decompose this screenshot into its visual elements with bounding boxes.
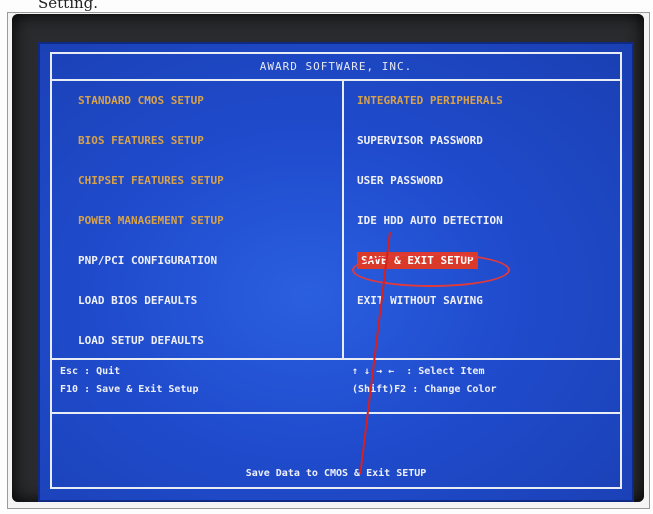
f10-action-label: Save & Exit Setup: [96, 384, 199, 395]
menu-item-load-setup-defaults[interactable]: LOAD SETUP DEFAULTS: [78, 321, 224, 361]
esc-action-label: Quit: [96, 366, 121, 377]
arrows-action-label: Select Item: [418, 366, 485, 377]
bios-screen: AWARD SOFTWARE, INC. STANDARD CMOS SETUP…: [38, 42, 634, 502]
menu-column-divider: [342, 81, 344, 358]
help-f10: F10 : Save & Exit Setup: [60, 384, 199, 395]
shift-f2-key-label: (Shift)F2: [352, 384, 407, 395]
annotation-circle: [352, 253, 510, 287]
left-menu: STANDARD CMOS SETUP BIOS FEATURES SETUP …: [78, 81, 224, 361]
menu-item-integrated-peripherals[interactable]: INTEGRATED PERIPHERALS: [357, 81, 503, 121]
page: AWARD SOFTWARE, INC. STANDARD CMOS SETUP…: [0, 0, 653, 514]
menu-bottom-divider: [52, 358, 620, 360]
menu-item-power-management-setup[interactable]: POWER MANAGEMENT SETUP: [78, 201, 224, 241]
menu-item-chipset-features-setup[interactable]: CHIPSET FEATURES SETUP: [78, 161, 224, 201]
esc-key-label: Esc: [60, 366, 79, 377]
help-shift-f2: (Shift)F2 : Change Color: [352, 384, 497, 395]
shift-f2-action-label: Change Color: [424, 384, 497, 395]
bios-panel: AWARD SOFTWARE, INC. STANDARD CMOS SETUP…: [50, 52, 622, 489]
status-footer: Save Data to CMOS & Exit SETUP: [245, 468, 427, 479]
bios-title: AWARD SOFTWARE, INC.: [52, 54, 620, 81]
help-bottom-divider: [52, 412, 620, 414]
menu-item-user-password[interactable]: USER PASSWORD: [357, 161, 503, 201]
menu-item-pnp-pci-configuration[interactable]: PNP/PCI CONFIGURATION: [78, 241, 224, 281]
help-esc: Esc : Quit: [60, 366, 121, 377]
menu-item-supervisor-password[interactable]: SUPERVISOR PASSWORD: [357, 121, 503, 161]
document-heading: Setting.: [38, 0, 99, 12]
menu-item-load-bios-defaults[interactable]: LOAD BIOS DEFAULTS: [78, 281, 224, 321]
f10-key-label: F10: [60, 384, 79, 395]
menu-item-bios-features-setup[interactable]: BIOS FEATURES SETUP: [78, 121, 224, 161]
menu-item-ide-hdd-auto-detection[interactable]: IDE HDD AUTO DETECTION: [357, 201, 503, 241]
menu-item-standard-cmos-setup[interactable]: STANDARD CMOS SETUP: [78, 81, 224, 121]
